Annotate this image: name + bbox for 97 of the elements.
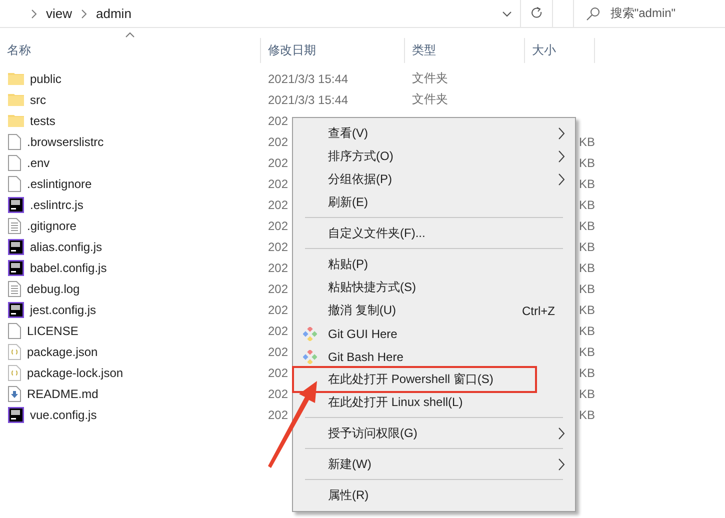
breadcrumb-chevron-icon — [30, 8, 38, 18]
modified-date: 202 — [267, 302, 288, 316]
folder-icon — [8, 114, 24, 127]
menu-item[interactable]: 撤消 复制(U) — [328, 302, 522, 319]
json-file-icon — [8, 364, 21, 380]
ps-file-icon — [8, 238, 24, 254]
text-file-icon — [8, 280, 21, 296]
modified-date: 202 — [267, 156, 288, 170]
modified-date: 202 — [267, 260, 288, 274]
ps-file-icon — [8, 260, 24, 276]
menu-item[interactable]: 在此处打开 Linux shell(L) — [328, 394, 565, 411]
file-name[interactable]: .browserslistrc — [27, 134, 104, 148]
file-size: KB — [578, 324, 595, 338]
file-name[interactable]: LICENSE — [27, 324, 78, 338]
file-name[interactable]: .eslintignore — [27, 176, 92, 190]
modified-date: 202 — [267, 282, 288, 296]
git-icon — [303, 327, 317, 341]
breadcrumb-chevron-icon — [80, 8, 88, 18]
modified-date: 202 — [267, 134, 288, 148]
menu-item[interactable]: 自定义文件夹(F)... — [328, 225, 565, 242]
ps-file-icon — [8, 406, 24, 422]
breadcrumb-item[interactable]: view — [46, 6, 72, 21]
menu-item[interactable]: Git Bash Here — [328, 350, 565, 364]
file-name[interactable]: alias.config.js — [30, 240, 102, 254]
menu-item[interactable]: Git GUI Here — [328, 326, 565, 340]
modified-date: 202 — [267, 114, 288, 128]
dropdown-chevron-icon[interactable] — [502, 10, 512, 16]
file-name[interactable]: public — [30, 72, 62, 86]
file-type: 文件夹 — [411, 71, 448, 85]
file-icon — [8, 322, 21, 338]
file-name[interactable]: package.json — [27, 344, 98, 358]
column-header[interactable]: 大小 — [532, 42, 556, 59]
file-name[interactable]: .eslintrc.js — [30, 198, 84, 212]
menu-item[interactable]: 粘贴(P) — [328, 256, 565, 273]
file-size: KB — [578, 134, 595, 148]
file-size: KB — [578, 176, 595, 190]
folder-icon — [8, 72, 24, 85]
file-name[interactable]: jest.config.js — [30, 302, 96, 316]
menu-item[interactable]: 排序方式(O) — [328, 148, 558, 165]
file-icon — [8, 154, 21, 170]
file-name[interactable]: README.md — [27, 386, 98, 400]
file-size: KB — [578, 344, 595, 358]
file-name[interactable]: .gitignore — [27, 218, 76, 232]
file-size: KB — [578, 302, 595, 316]
file-name[interactable]: .env — [27, 156, 50, 170]
file-name[interactable]: debug.log — [27, 282, 80, 296]
file-size: KB — [578, 240, 595, 254]
modified-date: 202 — [267, 240, 288, 254]
menu-item[interactable]: 在此处打开 Powershell 窗口(S) — [328, 371, 565, 388]
column-header[interactable]: 名称 — [7, 42, 31, 59]
menu-item[interactable]: 粘贴快捷方式(S) — [328, 279, 565, 296]
modified-date: 2021/3/3 15:44 — [267, 72, 348, 86]
file-type: 文件夹 — [411, 92, 448, 106]
ps-file-icon — [8, 196, 24, 212]
json-file-icon — [8, 344, 21, 360]
modified-date: 202 — [267, 176, 288, 190]
modified-date: 202 — [267, 366, 288, 380]
search-field[interactable]: 搜索"admin" — [573, 0, 725, 27]
column-header[interactable]: 类型 — [412, 42, 436, 59]
menu-item[interactable]: 新建(W) — [328, 456, 558, 473]
modified-date: 202 — [267, 344, 288, 358]
file-name[interactable]: package-lock.json — [27, 366, 124, 380]
folder-icon — [8, 93, 24, 106]
file-icon — [8, 134, 21, 150]
file-name[interactable]: tests — [30, 114, 56, 128]
breadcrumb-item[interactable]: admin — [96, 6, 132, 21]
file-size: KB — [578, 218, 595, 232]
search-icon — [586, 6, 600, 20]
menu-item[interactable]: 刷新(E) — [328, 194, 565, 211]
column-header[interactable]: 修改日期 — [268, 42, 316, 59]
git-icon — [303, 350, 317, 364]
file-name[interactable]: vue.config.js — [30, 408, 97, 422]
file-size: KB — [578, 260, 595, 274]
shortcut-text: Ctrl+Z — [522, 304, 555, 318]
modified-date: 202 — [267, 198, 288, 212]
file-name[interactable]: babel.config.js — [30, 260, 107, 274]
modified-date: 202 — [267, 218, 288, 232]
file-size: KB — [578, 198, 595, 212]
modified-date: 202 — [267, 408, 288, 422]
file-size: KB — [578, 366, 595, 380]
file-size: KB — [578, 282, 595, 296]
menu-item[interactable]: 授予访问权限(G) — [328, 425, 558, 442]
file-icon — [8, 176, 21, 192]
markdown-file-icon — [8, 386, 21, 402]
file-size: KB — [578, 156, 595, 170]
menu-item[interactable]: 属性(R) — [328, 487, 565, 504]
modified-date: 202 — [267, 324, 288, 338]
menu-item[interactable]: 分组依据(P) — [328, 171, 558, 188]
modified-date: 202 — [267, 386, 288, 400]
file-size: KB — [578, 408, 595, 422]
file-name[interactable]: src — [30, 92, 46, 106]
text-file-icon — [8, 218, 21, 234]
refresh-icon[interactable] — [530, 7, 543, 20]
menu-item[interactable]: 查看(V) — [328, 125, 558, 142]
file-size: KB — [578, 386, 595, 400]
modified-date: 2021/3/3 15:44 — [267, 92, 348, 106]
ps-file-icon — [8, 302, 24, 318]
